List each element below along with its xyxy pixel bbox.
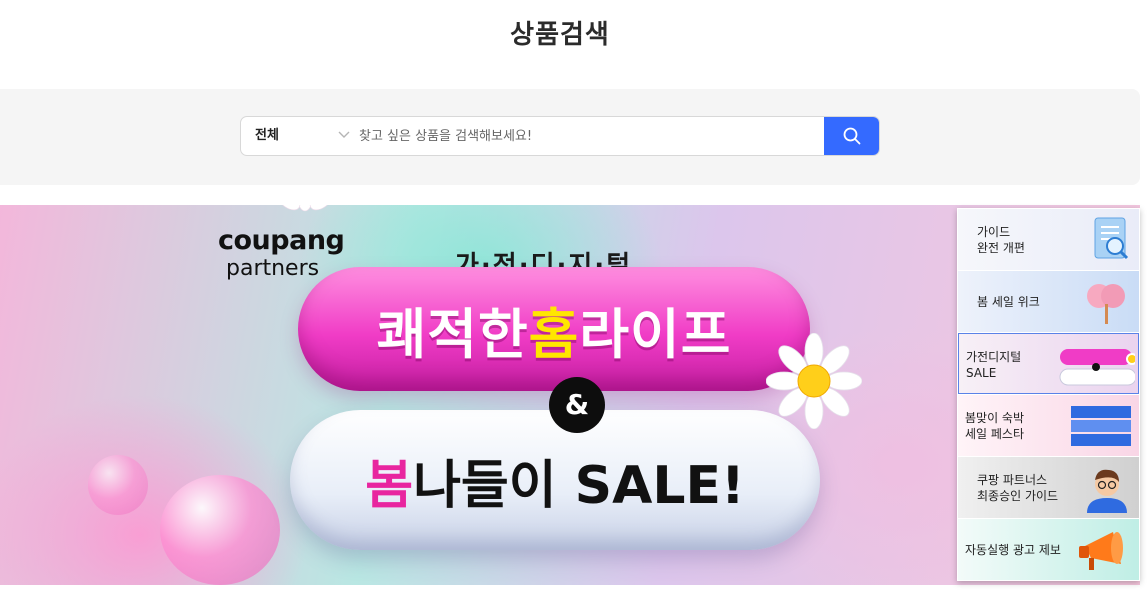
partner-avatar-icon: [1087, 469, 1127, 513]
side-item-label: 봄맞이 숙박 세일 페스타: [965, 410, 1025, 441]
side-item-appliance-sale[interactable]: 가전디지털 SALE: [958, 333, 1139, 394]
side-item-label: 가이드 완전 개편: [977, 224, 1025, 255]
guide-document-icon: [1094, 217, 1129, 260]
bubble-decoration: [88, 455, 148, 515]
chevron-down-icon[interactable]: [337, 117, 351, 155]
category-select[interactable]: 전체: [241, 117, 351, 155]
side-item-spring-sale[interactable]: 봄 세일 위크: [958, 271, 1139, 332]
page-title: 상품검색: [510, 20, 610, 50]
search-icon: [843, 127, 861, 145]
side-item-label: 자동실행 광고 제보: [965, 542, 1061, 557]
side-item-hotel-festa[interactable]: 봄맞이 숙박 세일 페스타: [958, 395, 1139, 456]
spring-tree-icon: [1087, 284, 1125, 324]
side-item-label: 가전디지털 SALE: [966, 349, 1022, 380]
headline-pill-top: 쾌적한 홈 라이프: [298, 267, 810, 391]
side-item-auto-ad-report[interactable]: 자동실행 광고 제보: [958, 519, 1139, 580]
side-item-partner-guide[interactable]: 쿠팡 파트너스 최종승인 가이드: [958, 457, 1139, 518]
side-item-label: 봄 세일 위크: [977, 294, 1040, 309]
home-life-sale-thumbnail: [1059, 349, 1135, 386]
search-box: 전체: [240, 116, 880, 156]
daisy-icon: [275, 205, 335, 212]
side-item-label: 쿠팡 파트너스 최종승인 가이드: [977, 472, 1059, 503]
daisy-icon: [766, 333, 862, 429]
bubble-decoration: [160, 475, 280, 585]
search-button[interactable]: [824, 117, 879, 155]
side-item-guide[interactable]: 가이드 완전 개편: [958, 209, 1139, 270]
search-panel: 전체: [0, 89, 1140, 185]
side-promo-menu: 가이드 완전 개편 봄 세일 위크 가전디지털 SALE 봄맞이 숙박 세일 페…: [957, 208, 1140, 581]
megaphone-icon: [1079, 532, 1123, 570]
hotel-sale-fest-thumbnail: [1071, 406, 1131, 446]
ampersand-badge: &: [549, 377, 605, 433]
headline-text-1: 쾌적한 홈 라이프: [376, 302, 732, 366]
headline-text-2: 봄 나들이 SALE!: [365, 455, 745, 516]
headline-pill-bottom: 봄 나들이 SALE!: [290, 410, 820, 550]
search-input[interactable]: [359, 117, 819, 155]
